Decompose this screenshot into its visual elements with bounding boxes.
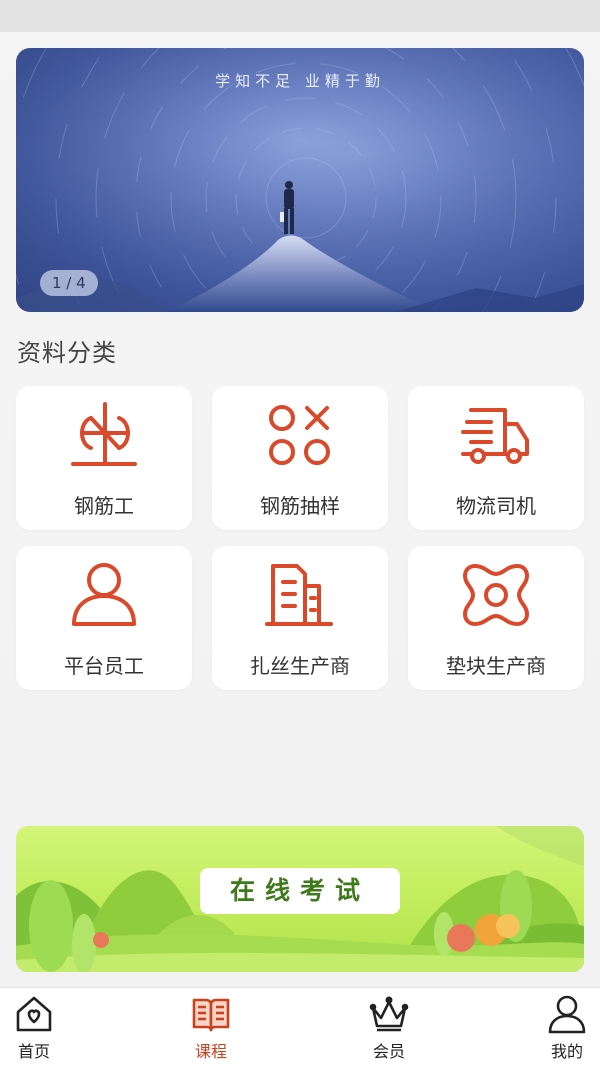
- tab-mine[interactable]: 我的: [531, 994, 600, 1064]
- tab-label: 课程: [194, 1042, 227, 1061]
- carousel-pager: 1 / 4: [40, 270, 98, 296]
- app-screen: 学知不足 业精于勤 1 / 4 资料分类 钢筋工 钢筋抽样 物流司机 平台员工 …: [0, 0, 600, 1067]
- category-grid: 钢筋工 钢筋抽样 物流司机 平台员工 扎丝生产商 垫块生产商: [16, 386, 584, 690]
- category-card[interactable]: 物流司机: [408, 386, 584, 530]
- rebar-worker-icon: [71, 402, 137, 466]
- user-icon: [548, 995, 586, 1034]
- bottom-tab-bar: 首页 课程 会员 我的: [0, 987, 600, 1067]
- person-icon: [72, 563, 136, 626]
- banner-slogan: 学知不足 业精于勤: [215, 72, 385, 90]
- category-label: 平台员工: [64, 654, 144, 678]
- online-exam-button[interactable]: 在线考试: [200, 868, 400, 914]
- category-card[interactable]: 扎丝生产商: [212, 546, 388, 690]
- truck-icon: [461, 408, 529, 464]
- tab-course[interactable]: 课程: [175, 994, 247, 1064]
- home-icon: [16, 996, 52, 1032]
- tab-label: 会员: [372, 1042, 405, 1061]
- building-icon: [265, 564, 333, 626]
- tab-label: 我的: [550, 1042, 583, 1061]
- category-card[interactable]: 垫块生产商: [408, 546, 584, 690]
- tab-label: 首页: [17, 1042, 50, 1061]
- category-card[interactable]: 钢筋抽样: [212, 386, 388, 530]
- book-icon: [192, 998, 230, 1032]
- category-card[interactable]: 钢筋工: [16, 386, 192, 530]
- category-card[interactable]: 平台员工: [16, 546, 192, 690]
- status-bar: [0, 0, 600, 32]
- tab-member[interactable]: 会员: [353, 994, 425, 1064]
- category-label: 扎丝生产商: [250, 654, 350, 678]
- category-label: 物流司机: [456, 494, 536, 518]
- block-icon: [463, 564, 529, 626]
- category-label: 垫块生产商: [446, 654, 546, 678]
- banner-carousel[interactable]: 学知不足 业精于勤 1 / 4: [16, 48, 584, 312]
- category-label: 钢筋抽样: [260, 494, 340, 518]
- online-exam-banner[interactable]: 在线考试: [16, 826, 584, 972]
- shapes-icon: [269, 405, 330, 465]
- crown-icon: [369, 996, 409, 1032]
- category-label: 钢筋工: [74, 494, 134, 518]
- section-title: 资料分类: [17, 339, 117, 367]
- tab-home[interactable]: 首页: [0, 994, 70, 1064]
